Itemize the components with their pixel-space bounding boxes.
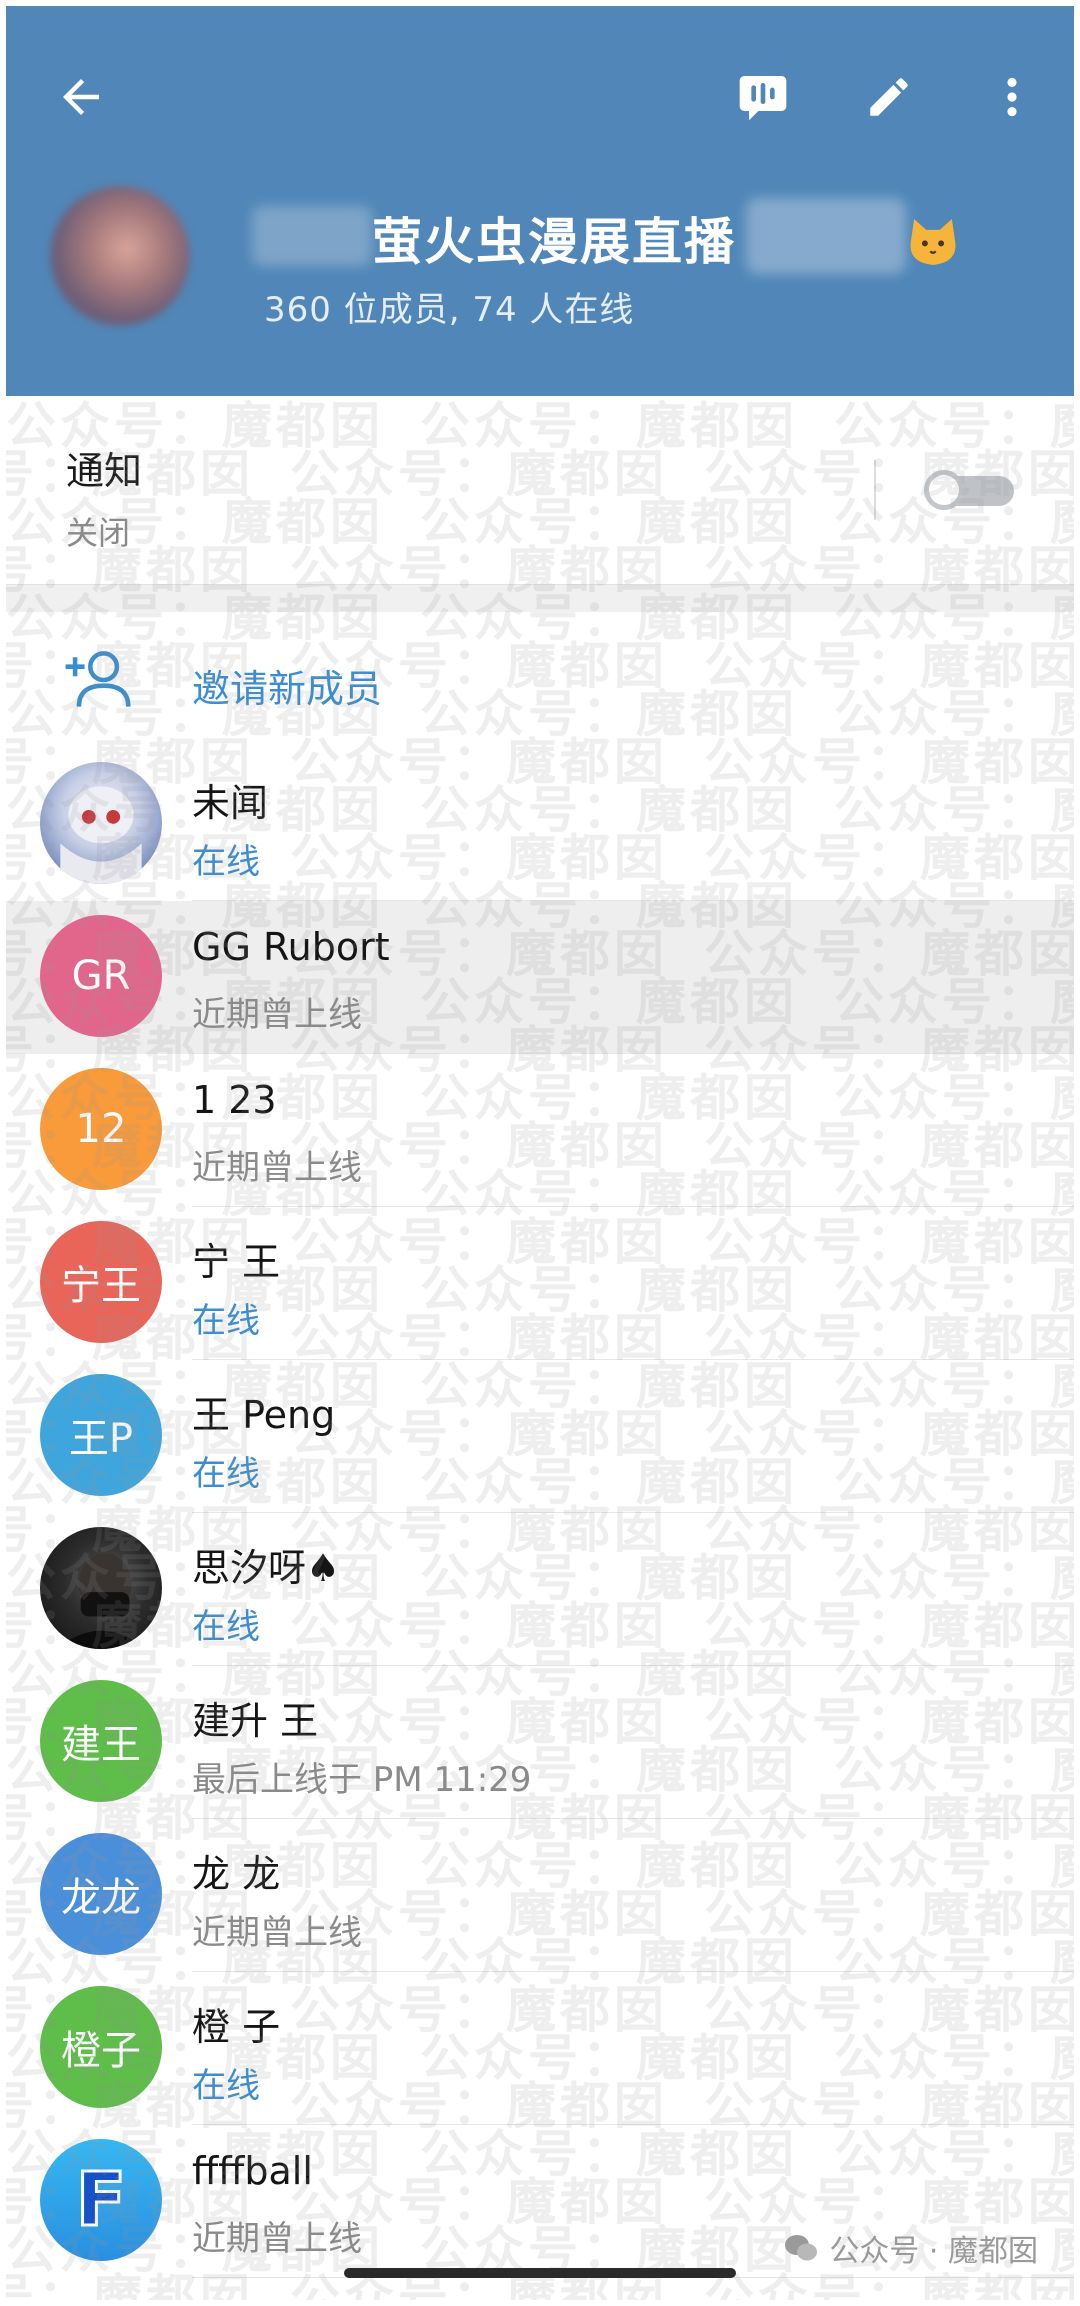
- add-user-icon: [65, 651, 131, 707]
- back-button[interactable]: [46, 62, 116, 132]
- avatar-initials: 12: [75, 1105, 127, 1152]
- member-name: 1 23: [192, 1077, 277, 1122]
- member-status: 在线: [192, 2065, 260, 2106]
- member-avatar: 橙子: [40, 1985, 162, 2108]
- member-avatar: GR: [40, 914, 162, 1037]
- invite-members-row[interactable]: 邀请新成员: [6, 612, 1074, 748]
- member-name: 宁 王: [192, 1239, 281, 1284]
- avatar-initials: 龙龙: [61, 1874, 141, 1921]
- member-name: 未闻: [192, 781, 269, 825]
- member-row[interactable]: 未闻 在线: [6, 748, 1074, 901]
- cat-emoji-icon: [910, 219, 956, 265]
- avatar-initials: 宁王: [61, 1262, 141, 1309]
- notifications-label: 通知: [66, 449, 143, 493]
- member-row[interactable]: 龙龙 龙 龙近期曾上线: [6, 1818, 1074, 1972]
- member-avatar: 12: [40, 1067, 162, 1190]
- member-status: 在线: [192, 1300, 260, 1341]
- member-row[interactable]: 思汐呀♠ 在线: [6, 1512, 1074, 1666]
- member-name: ffffball: [192, 2148, 313, 2193]
- redacted-text: [252, 206, 372, 266]
- member-status: 在线: [192, 1453, 260, 1494]
- arrow-left-icon: [63, 79, 99, 115]
- member-count: 360 位成员, 74 人在线: [264, 290, 635, 330]
- group-avatar[interactable]: [50, 186, 190, 326]
- section-divider: [6, 584, 1074, 614]
- avatar-initials: 橙子: [61, 2027, 141, 2074]
- notifications-state: 关闭: [66, 514, 131, 552]
- avatar-initials: 建王: [61, 1721, 141, 1768]
- member-avatar: 龙龙: [40, 1832, 162, 1955]
- pencil-icon: [870, 78, 908, 116]
- member-name: 龙 龙: [192, 1851, 281, 1896]
- member-avatar: 王P: [40, 1373, 162, 1496]
- source-watermark: 公众号 · 魔都囡: [783, 2226, 1038, 2270]
- member-name: GG Rubort: [192, 924, 390, 969]
- more-options-button[interactable]: [982, 62, 1042, 132]
- member-status: 近期曾上线: [192, 1912, 362, 1953]
- source-text: 公众号 · 魔都囡: [829, 2234, 1038, 2269]
- voice-chat-button[interactable]: [728, 62, 798, 132]
- notifications-row[interactable]: 通知 关闭: [6, 396, 1074, 584]
- member-status: 最后上线于 PM 11:29: [192, 1759, 532, 1800]
- more-vertical-icon: [1007, 77, 1017, 117]
- member-status: 近期曾上线: [192, 1147, 362, 1188]
- avatar-initials: 王P: [68, 1415, 134, 1462]
- toggle-knob: [924, 470, 964, 510]
- member-row[interactable]: GR GG Rubort 近期曾上线: [6, 900, 1074, 1054]
- avatar-initials: GR: [71, 952, 131, 999]
- member-name: 王 Peng: [192, 1392, 336, 1437]
- avatar-logo-letter: F: [74, 2155, 128, 2244]
- member-row[interactable]: 建王 建升 王最后上线于 PM 11:29: [6, 1665, 1074, 1819]
- home-indicator[interactable]: [344, 2268, 736, 2278]
- member-row[interactable]: 橙子 橙 子在线: [6, 1971, 1074, 2125]
- member-status: 在线: [192, 1606, 260, 1647]
- group-header: 萤火虫漫展直播 360 位成员, 74 人在线: [6, 6, 1074, 396]
- member-row[interactable]: 王P 王 Peng 在线: [6, 1359, 1074, 1513]
- divider: [874, 460, 876, 520]
- member-avatar: [40, 762, 162, 884]
- member-avatar: [40, 1526, 162, 1649]
- invite-members-label: 邀请新成员: [192, 667, 383, 711]
- photo-avatar-icon: [56, 1553, 146, 1649]
- member-avatar: 建王: [40, 1679, 162, 1802]
- member-avatar: F: [40, 2138, 162, 2261]
- member-status: 近期曾上线: [192, 2218, 362, 2259]
- member-status: 近期曾上线: [192, 994, 362, 1035]
- edit-button[interactable]: [854, 62, 924, 132]
- app-screen: 萤火虫漫展直播 360 位成员, 74 人在线 通知 关闭 邀请新成员 未闻在线…: [6, 6, 1074, 2300]
- group-title: 萤火虫漫展直播: [372, 213, 736, 271]
- wechat-icon: [785, 2235, 818, 2261]
- member-name: 思汐呀♠: [192, 1545, 341, 1590]
- photo-avatar-icon: [60, 786, 142, 884]
- member-status: 在线: [192, 842, 260, 882]
- voice-chat-icon: [739, 76, 787, 121]
- member-row[interactable]: 宁王 宁 王在线: [6, 1206, 1074, 1360]
- notifications-toggle[interactable]: [924, 470, 1014, 510]
- member-row[interactable]: 12 1 23 近期曾上线: [6, 1053, 1074, 1207]
- member-name: 建升 王: [192, 1698, 319, 1743]
- redacted-text: [746, 198, 906, 274]
- member-name: 橙 子: [192, 2004, 281, 2049]
- member-avatar: 宁王: [40, 1220, 162, 1343]
